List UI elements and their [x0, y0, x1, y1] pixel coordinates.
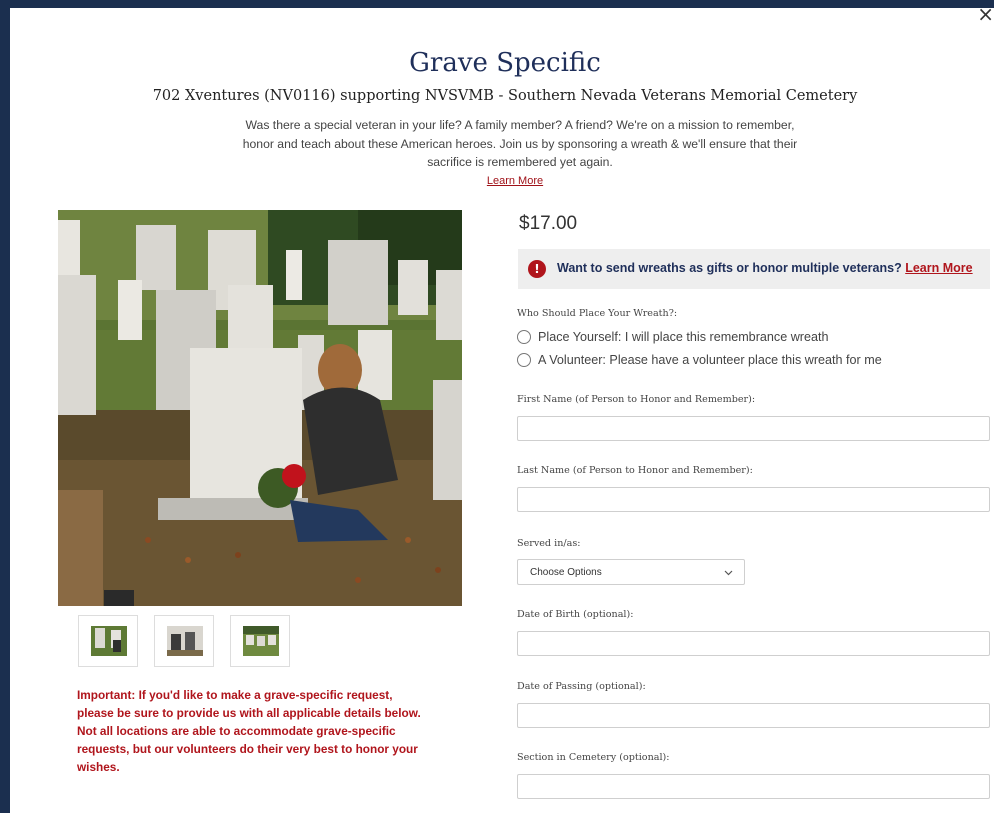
radio-label: Place Yourself: I will place this rememb… [538, 330, 829, 344]
notice-line: please be sure to provide us with all ap… [77, 706, 421, 720]
intro-line: Was there a special veteran in your life… [245, 118, 795, 132]
first-name-input[interactable] [517, 416, 990, 441]
dob-label: Date of Birth (optional): [517, 609, 634, 620]
dop-label: Date of Passing (optional): [517, 681, 646, 692]
served-select[interactable]: Choose Options [517, 559, 745, 585]
placement-label: Who Should Place Your Wreath?: [517, 308, 678, 319]
learn-more-link[interactable]: Learn More [10, 175, 994, 187]
main-product-image [58, 210, 462, 606]
last-name-label: Last Name (of Person to Honor and Rememb… [517, 465, 753, 476]
intro-line: honor and teach about these American her… [242, 136, 798, 151]
thumbnail-3[interactable] [230, 615, 290, 667]
dop-input[interactable] [517, 703, 990, 728]
notice-line: requests, but our volunteers do their ve… [77, 742, 418, 756]
first-name-label: First Name (of Person to Honor and Remem… [517, 394, 756, 405]
radio-volunteer[interactable] [517, 353, 531, 367]
dob-input[interactable] [517, 631, 990, 656]
notice-line: Important: If you'd like to make a grave… [77, 688, 393, 702]
grave-request-notice: Important: If you'd like to make a grave… [77, 686, 437, 776]
gift-banner-text: Want to send wreaths as gifts or honor m… [557, 261, 973, 275]
radio-label: A Volunteer: Please have a volunteer pla… [538, 353, 882, 367]
close-icon[interactable]: × [977, 8, 994, 24]
intro-line: sacrifice is remembered yet again. [427, 155, 613, 169]
product-price: $17.00 [519, 213, 578, 234]
section-label: Section in Cemetery (optional): [517, 752, 670, 763]
product-modal: × Grave Specific 702 Xventures (NV0116) … [10, 8, 994, 813]
radio-place-yourself[interactable] [517, 330, 531, 344]
chevron-down-icon [724, 570, 733, 576]
thumbnail-1[interactable] [78, 615, 138, 667]
info-icon: ! [528, 260, 546, 278]
gift-learn-more-link[interactable]: Learn More [905, 261, 972, 275]
served-selected-value: Choose Options [530, 567, 602, 578]
intro-text: Was there a special veteran in your life… [210, 116, 830, 172]
section-input[interactable] [517, 774, 990, 799]
last-name-input[interactable] [517, 487, 990, 512]
gift-banner-message: Want to send wreaths as gifts or honor m… [557, 261, 902, 275]
modal-title: Grave Specific [409, 48, 601, 78]
notice-line: Not all locations are able to accommodat… [77, 724, 396, 738]
thumbnail-2[interactable] [154, 615, 214, 667]
gift-banner: ! Want to send wreaths as gifts or honor… [518, 249, 990, 289]
served-label: Served in/as: [517, 538, 581, 549]
notice-line: wishes. [77, 760, 120, 774]
modal-subtitle: 702 Xventures (NV0116) supporting NVSVMB… [152, 88, 858, 104]
